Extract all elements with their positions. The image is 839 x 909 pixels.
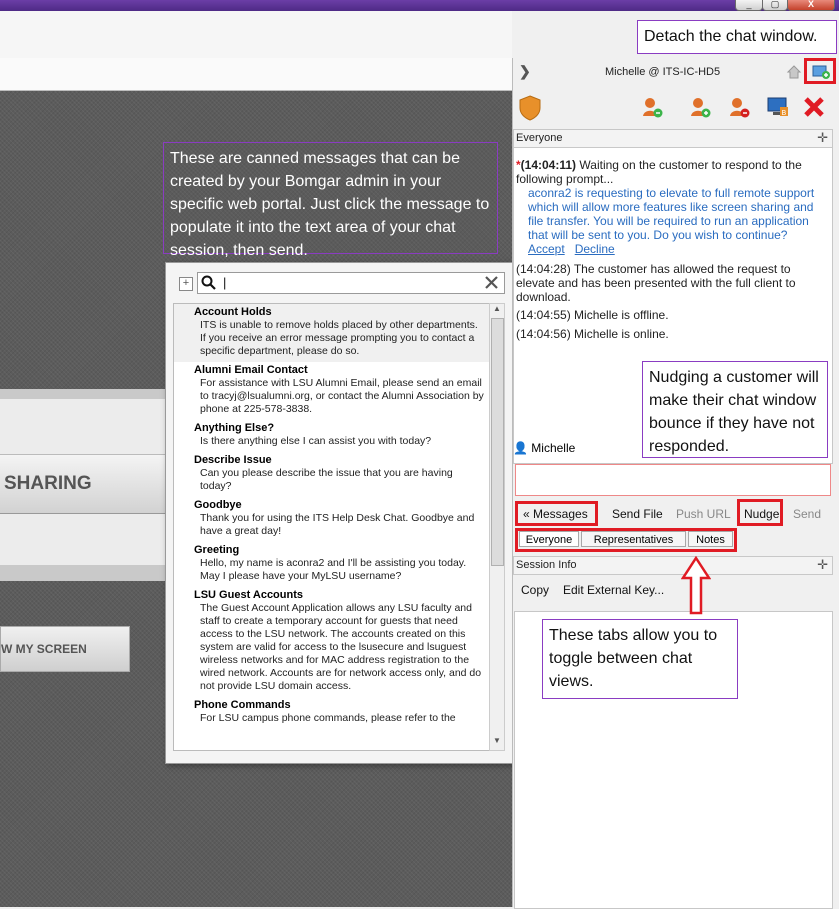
canned-item[interactable]: Greeting Hello, my name is aconra2 and I'… (174, 542, 490, 587)
search-icon (201, 275, 216, 290)
clear-search-icon[interactable] (484, 275, 499, 290)
canned-messages-list: Account Holds ITS is unable to remove hol… (173, 303, 491, 751)
canned-item-body: The Guest Account Application allows any… (200, 602, 482, 692)
canned-item-title: Phone Commands (194, 699, 291, 711)
chat-audience-label: Everyone (516, 132, 563, 144)
copy-button[interactable]: Copy (521, 582, 549, 598)
expand-icon[interactable]: + (179, 277, 193, 291)
canned-item-title: Goodbye (194, 499, 242, 511)
session-title: Michelle @ ITS-IC-HD5 (605, 66, 721, 78)
decline-link[interactable]: Decline (575, 242, 615, 256)
prompt-text: aconra2 is requesting to elevate to full… (528, 186, 815, 242)
remove-rep-icon[interactable] (728, 96, 750, 118)
session-info-expand-icon[interactable]: ✛ (817, 556, 828, 573)
detach-annotation: Detach the chat window. (637, 20, 837, 54)
maximize-button[interactable]: ▢ (762, 0, 788, 11)
detach-chat-button[interactable] (804, 58, 836, 84)
chat-message: *(14:04:11) Waiting on the customer to r… (516, 158, 828, 256)
minimize-button[interactable]: _ (735, 0, 763, 11)
home-icon[interactable] (786, 64, 802, 80)
canned-search-box[interactable]: | (197, 272, 505, 294)
canned-item-title: Anything Else? (194, 422, 275, 434)
canned-item-title: Describe Issue (194, 454, 272, 466)
canned-item-body: Is there anything else I can assist you … (200, 435, 432, 447)
tab-representatives[interactable]: Representatives (581, 531, 686, 547)
screen-sharing-button[interactable]: SHARING (0, 454, 165, 514)
canned-item-title: Greeting (194, 544, 240, 556)
chat-input[interactable] (515, 464, 831, 496)
canned-item-title: Account Holds (194, 306, 272, 318)
accept-link[interactable]: Accept (528, 242, 565, 256)
chat-pane-expand-icon[interactable]: ✛ (817, 129, 828, 146)
nudge-button[interactable]: Nudge (737, 499, 783, 526)
typing-indicator: 👤 Michelle (513, 437, 641, 459)
shield-icon[interactable] (518, 95, 542, 121)
canned-item[interactable]: Describe Issue Can you please describe th… (174, 452, 490, 497)
transfer-session-icon[interactable] (641, 96, 663, 118)
canned-list-scrollbar[interactable]: ▲ ▼ (489, 303, 505, 751)
canned-item[interactable]: LSU Guest Accounts The Guest Account Appl… (174, 587, 490, 697)
canned-item[interactable]: Alumni Email Contact For assistance with … (174, 362, 490, 420)
canned-item[interactable]: Phone Commands For LSU campus phone comma… (174, 697, 490, 729)
screen-share-icon[interactable]: B (767, 96, 789, 118)
user-icon: 👤 (513, 441, 528, 455)
canned-item-body: Thank you for using the ITS Help Desk Ch… (200, 512, 475, 537)
chat-message: (14:04:56) Michelle is online. (516, 327, 669, 341)
end-session-icon[interactable] (803, 96, 825, 118)
canned-item-body: For LSU campus phone commands, please re… (200, 712, 456, 724)
detach-window-icon (812, 65, 830, 79)
edit-external-key-button[interactable]: Edit External Key... (563, 582, 664, 598)
chat-audience-header: Everyone ✛ (514, 130, 832, 148)
chat-message: (14:04:28) The customer has allowed the … (516, 262, 796, 304)
canned-item-body: Can you please describe the issue that y… (200, 467, 453, 492)
message-time: (14:04:11) (520, 158, 577, 172)
scroll-thumb[interactable] (491, 318, 504, 566)
canned-item[interactable]: Account Holds ITS is unable to remove hol… (174, 304, 490, 362)
canned-item-title: Alumni Email Contact (194, 364, 308, 376)
main-toolbar (0, 11, 512, 59)
tab-notes[interactable]: Notes (688, 531, 733, 547)
canned-search-input[interactable]: | (223, 275, 226, 290)
show-my-screen-button[interactable]: W MY SCREEN (0, 626, 130, 672)
session-info-label: Session Info (516, 559, 577, 571)
window-title-bar (0, 0, 839, 11)
tab-everyone[interactable]: Everyone (519, 531, 579, 547)
canned-item-body: ITS is unable to remove holds placed by … (200, 319, 478, 357)
chat-message: (14:04:55) Michelle is offline. (516, 308, 669, 322)
collapse-chevron-icon[interactable]: ❯ (519, 63, 531, 80)
session-info-header: Session Info ✛ (513, 556, 833, 575)
canned-messages-popup: + | Account Holds ITS is unable to remove… (165, 262, 518, 764)
push-url-button[interactable]: Push URL (676, 506, 731, 522)
invite-rep-icon[interactable] (689, 96, 711, 118)
pointer-arrow-icon (681, 556, 711, 615)
nudge-annotation: Nudging a customer will make their chat … (642, 361, 828, 458)
canned-item-title: LSU Guest Accounts (194, 589, 303, 601)
canned-item[interactable]: Goodbye Thank you for using the ITS Help … (174, 497, 490, 542)
canned-item-body: Hello, my name is aconra2 and I'll be as… (200, 557, 467, 582)
close-window-button[interactable]: X (787, 0, 835, 11)
send-button[interactable]: Send (793, 506, 821, 522)
show-my-screen-label: W MY SCREEN (1, 642, 87, 656)
elevation-prompt: aconra2 is requesting to elevate to full… (516, 186, 828, 256)
send-file-button[interactable]: Send File (612, 506, 663, 522)
canned-messages-annotation: These are canned messages that can be cr… (163, 142, 498, 259)
screen-sharing-label: SHARING (4, 473, 92, 494)
svg-text:B: B (782, 109, 787, 117)
canned-item[interactable]: Anything Else? Is there anything else I c… (174, 420, 490, 452)
scroll-down-icon[interactable]: ▼ (490, 736, 504, 748)
messages-button[interactable]: « Messages (515, 501, 598, 526)
scroll-up-icon[interactable]: ▲ (490, 304, 504, 316)
tabs-annotation: These tabs allow you to toggle between c… (542, 619, 738, 699)
typing-user: Michelle (531, 441, 576, 455)
address-bar (0, 58, 512, 91)
canned-item-body: For assistance with LSU Alumni Email, pl… (200, 377, 484, 415)
